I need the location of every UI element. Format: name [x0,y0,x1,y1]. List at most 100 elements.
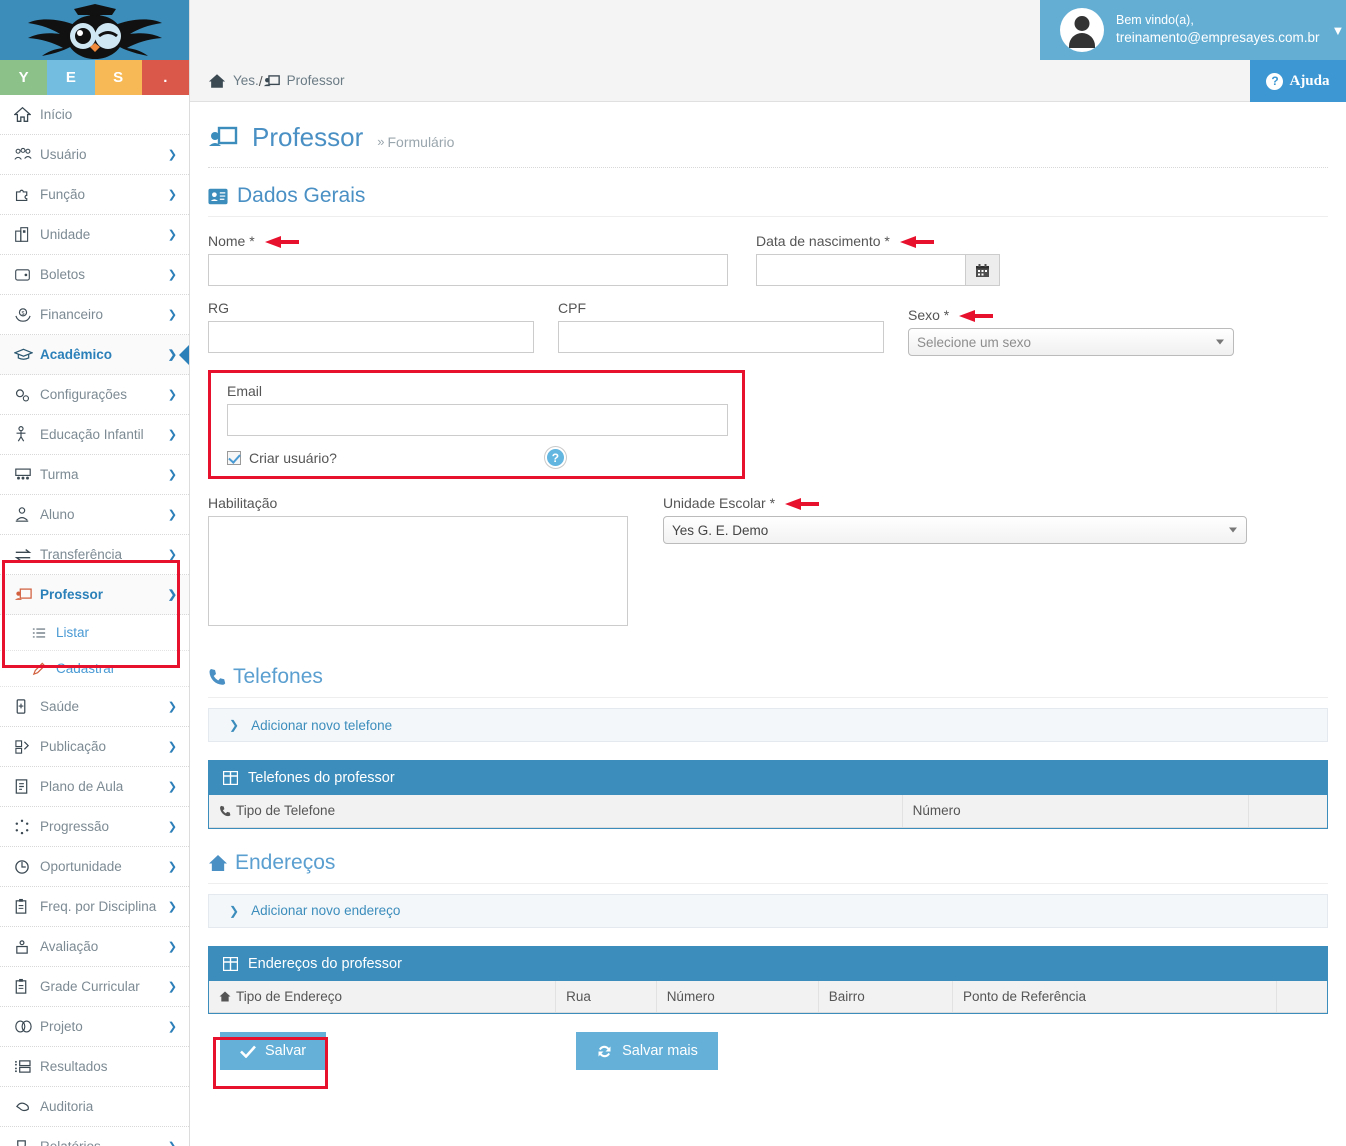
sidebar-item-plano-de-aula[interactable]: Plano de Aula ❯ [0,767,189,807]
criar-usuario-checkbox[interactable] [227,450,241,465]
sidebar-item-aluno[interactable]: Aluno ❯ [0,495,189,535]
nome-input[interactable] [208,254,728,286]
sidebar-item-projeto[interactable]: Projeto ❯ [0,1007,189,1047]
main-area: Bem vindo(a), treinamento@empresayes.com… [190,0,1346,1146]
sidebar-item-financeiro[interactable]: $ Financeiro ❯ [0,295,189,335]
building-icon [14,226,40,243]
sidebar-item-label: Professor [40,587,104,602]
topbar: Bem vindo(a), treinamento@empresayes.com… [190,0,1346,60]
form-row-2: RG CPF Sexo * Selecione um sexo [208,300,1328,370]
required-star: * [765,495,776,511]
brand-logo[interactable] [0,0,189,60]
cpf-input[interactable] [558,321,884,353]
brand-tile-s[interactable]: S [94,60,142,95]
sidebar-item-label: Turma [40,467,79,482]
unidade-escolar-select[interactable]: Yes G. E. Demo [663,516,1247,544]
child-icon [14,426,40,443]
calendar-icon[interactable] [965,254,1000,286]
chevron-down-icon: ❯ [167,349,177,361]
th-rua[interactable]: Rua [555,980,657,1013]
form-row-3: Habilitação Unidade Escolar * Yes G. E. … [208,495,1328,643]
data-nascimento-input[interactable] [756,254,966,286]
sidebar-item-funcao[interactable]: Função ❯ [0,175,189,215]
sidebar-item-turma[interactable]: Turma ❯ [0,455,189,495]
habilitacao-label: Habilitação [208,495,278,511]
habilitacao-textarea[interactable] [208,516,628,626]
th-numero[interactable]: Número [656,980,819,1013]
sidebar-item-educacao-infantil[interactable]: Educação Infantil ❯ [0,415,189,455]
field-nome: Nome * [208,233,728,286]
field-cpf: CPF [558,300,884,356]
question-help-icon[interactable]: ? [544,447,566,468]
breadcrumb: Yes. / Professor ? Ajuda [190,60,1346,102]
sexo-select[interactable]: Selecione um sexo [908,328,1234,356]
refresh-icon [596,1044,613,1059]
th-ponto-de-referencia[interactable]: Ponto de Referência [952,980,1278,1013]
user-menu[interactable]: Bem vindo(a), treinamento@empresayes.com… [1040,0,1346,60]
add-endereco-toggle[interactable]: ❯ Adicionar novo endereço [208,893,1328,928]
sidebar-item-avaliacao[interactable]: Avaliação ❯ [0,927,189,967]
brand-tile-y[interactable]: Y [0,60,48,95]
sidebar-item-progressao[interactable]: Progressão ❯ [0,807,189,847]
sidebar-subitem-listar[interactable]: Listar [0,615,189,651]
sidebar-subitem-cadastrar[interactable]: Cadastrar [0,651,189,687]
save-button[interactable]: Salvar [220,1032,327,1070]
page-subtitle-label: Formulário [387,133,455,150]
phone-icon [208,668,226,686]
breadcrumb-home-label: Yes. [233,73,259,88]
save-and-continue-label: Salvar mais [622,1043,698,1059]
annotation-arrow [959,310,994,323]
sidebar-item-label: Usuário [40,147,87,162]
sidebar-item-saude[interactable]: Saúde ❯ [0,687,189,727]
sidebar-item-auditoria[interactable]: Auditoria [0,1087,189,1127]
cpf-label: CPF [558,300,586,316]
form-actions: Salvar Salvar mais [208,1014,1328,1089]
sidebar-item-relatorios[interactable]: Relatórios ❯ [0,1127,189,1146]
help-button[interactable]: ? Ajuda [1250,60,1346,102]
sidebar-item-unidade[interactable]: Unidade ❯ [0,215,189,255]
sidebar-item-boletos[interactable]: Boletos ❯ [0,255,189,295]
help-button-label: Ajuda [1289,72,1330,89]
sidebar-item-transferencia[interactable]: Transferência ❯ [0,535,189,575]
add-telefone-toggle[interactable]: ❯ Adicionar novo telefone [208,708,1328,742]
rg-input[interactable] [208,321,534,353]
sidebar-item-label: Unidade [40,227,91,242]
email-input[interactable] [227,404,728,436]
sidebar-item-resultados[interactable]: Resultados [0,1047,189,1087]
evaluation-icon [14,939,40,955]
th-bairro[interactable]: Bairro [818,980,953,1013]
save-and-continue-button[interactable]: Salvar mais [576,1032,718,1070]
chevron-down-icon[interactable]: ▼ [1332,23,1345,38]
th-actions [1276,980,1327,1013]
sidebar-item-label: Início [40,107,73,122]
sidebar-item-usuario[interactable]: Usuário ❯ [0,135,189,175]
sidebar-item-publicacao[interactable]: Publicação ❯ [0,727,189,767]
th-tipo-de-telefone[interactable]: Tipo de Telefone [209,795,903,828]
sidebar-item-academico[interactable]: Acadêmico ❯ [0,335,189,375]
sidebar-item-label: Função [40,187,86,202]
brand-tile-dot[interactable]: . [141,60,189,95]
sidebar-item-freq-por-disciplina[interactable]: Freq. por Disciplina ❯ [0,887,189,927]
breadcrumb-home[interactable]: Yes. [208,73,259,89]
required-star: * [939,307,950,323]
chevron-down-icon: ❯ [167,389,177,401]
field-data-nascimento: Data de nascimento * [756,233,1000,286]
salvar-mais-wrapper: Salvar mais [576,1032,718,1070]
sidebar-item-grade-curricular[interactable]: Grade Curricular ❯ [0,967,189,1007]
email-highlight-box: Email Criar usuário? ? [208,370,745,479]
sidebar-item-oportunidade[interactable]: Oportunidade ❯ [0,847,189,887]
professor-icon [263,74,280,88]
chevron-down-icon: ❯ [167,549,177,561]
sidebar-item-professor[interactable]: Professor ❯ [0,575,189,615]
sidebar-item-configuracoes[interactable]: Configurações ❯ [0,375,189,415]
sidebar-item-label: Boletos [40,267,86,282]
annotation-arrow [784,498,819,511]
th-tipo-de-endereco[interactable]: Tipo de Endereço [209,980,557,1013]
sidebar-item-label: Oportunidade [40,859,122,874]
curriculum-icon [14,978,40,995]
professor-icon [208,125,238,150]
brand-tile-e[interactable]: E [47,60,95,95]
th-numero[interactable]: Número [902,795,1250,828]
sidebar-item-inicio[interactable]: Início [0,95,189,135]
enderecos-panel: Endereços do professor Tipo de Endereço … [208,945,1328,1014]
